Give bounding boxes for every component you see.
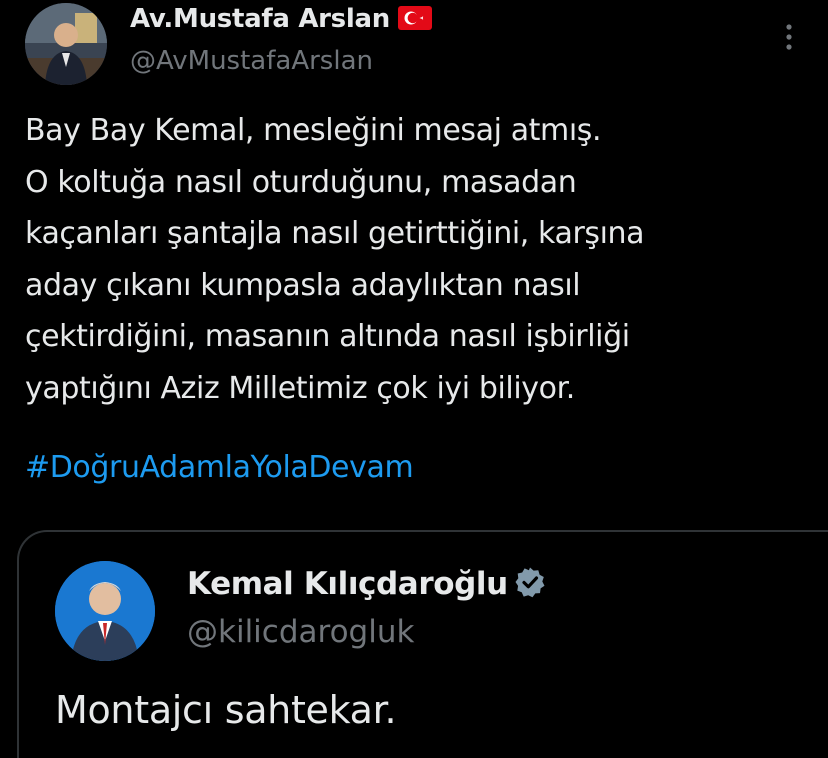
- author-name[interactable]: Av.Mustafa Arslan: [130, 4, 432, 34]
- tweet-text: Bay Bay Kemal, mesleğini mesaj atmış. O …: [25, 105, 815, 414]
- tweet-text-line: aday çıkanı kumpasla adaylıktan nasıl: [25, 267, 581, 303]
- turkey-flag-icon: [397, 6, 432, 30]
- author-avatar-photo: [25, 3, 107, 85]
- verified-badge-icon: [515, 567, 545, 598]
- quoted-author-name-text: Kemal Kılıçdaroğlu: [187, 566, 508, 602]
- quoted-author-avatar-photo: [55, 561, 155, 661]
- tweet-text-line: Bay Bay Kemal, mesleğini mesaj atmış.: [25, 113, 602, 148]
- tweet-text-line: yaptığını Aziz Milletimiz çok iyi biliyo…: [25, 370, 575, 406]
- quoted-author-name[interactable]: Kemal Kılıçdaroğlu: [187, 566, 546, 602]
- quoted-author-handle[interactable]: @kilicdarogluk: [187, 614, 414, 650]
- screenshot-page: Av.Mustafa Arslan @AvMustafaArslan Bay B…: [0, 0, 828, 758]
- author-name-text: Av.Mustafa Arslan: [130, 4, 390, 34]
- hashtag-link[interactable]: #DoğruAdamlaYolaDevam: [25, 450, 414, 485]
- quoted-author-avatar[interactable]: [55, 561, 155, 661]
- tweet-text-line: çektirdiğini, masanın altında nasıl işbi…: [25, 319, 630, 354]
- more-options-icon[interactable]: [778, 20, 800, 54]
- quoted-tweet-text: Montajcı sahtekar.: [55, 688, 397, 732]
- author-handle[interactable]: @AvMustafaArslan: [130, 46, 373, 76]
- tweet-text-line: kaçanları şantajla nasıl getirttiğini, k…: [25, 216, 645, 251]
- tweet-text-line: O koltuğa nasıl oturduğunu, masadan: [25, 164, 577, 200]
- author-avatar[interactable]: [25, 3, 107, 85]
